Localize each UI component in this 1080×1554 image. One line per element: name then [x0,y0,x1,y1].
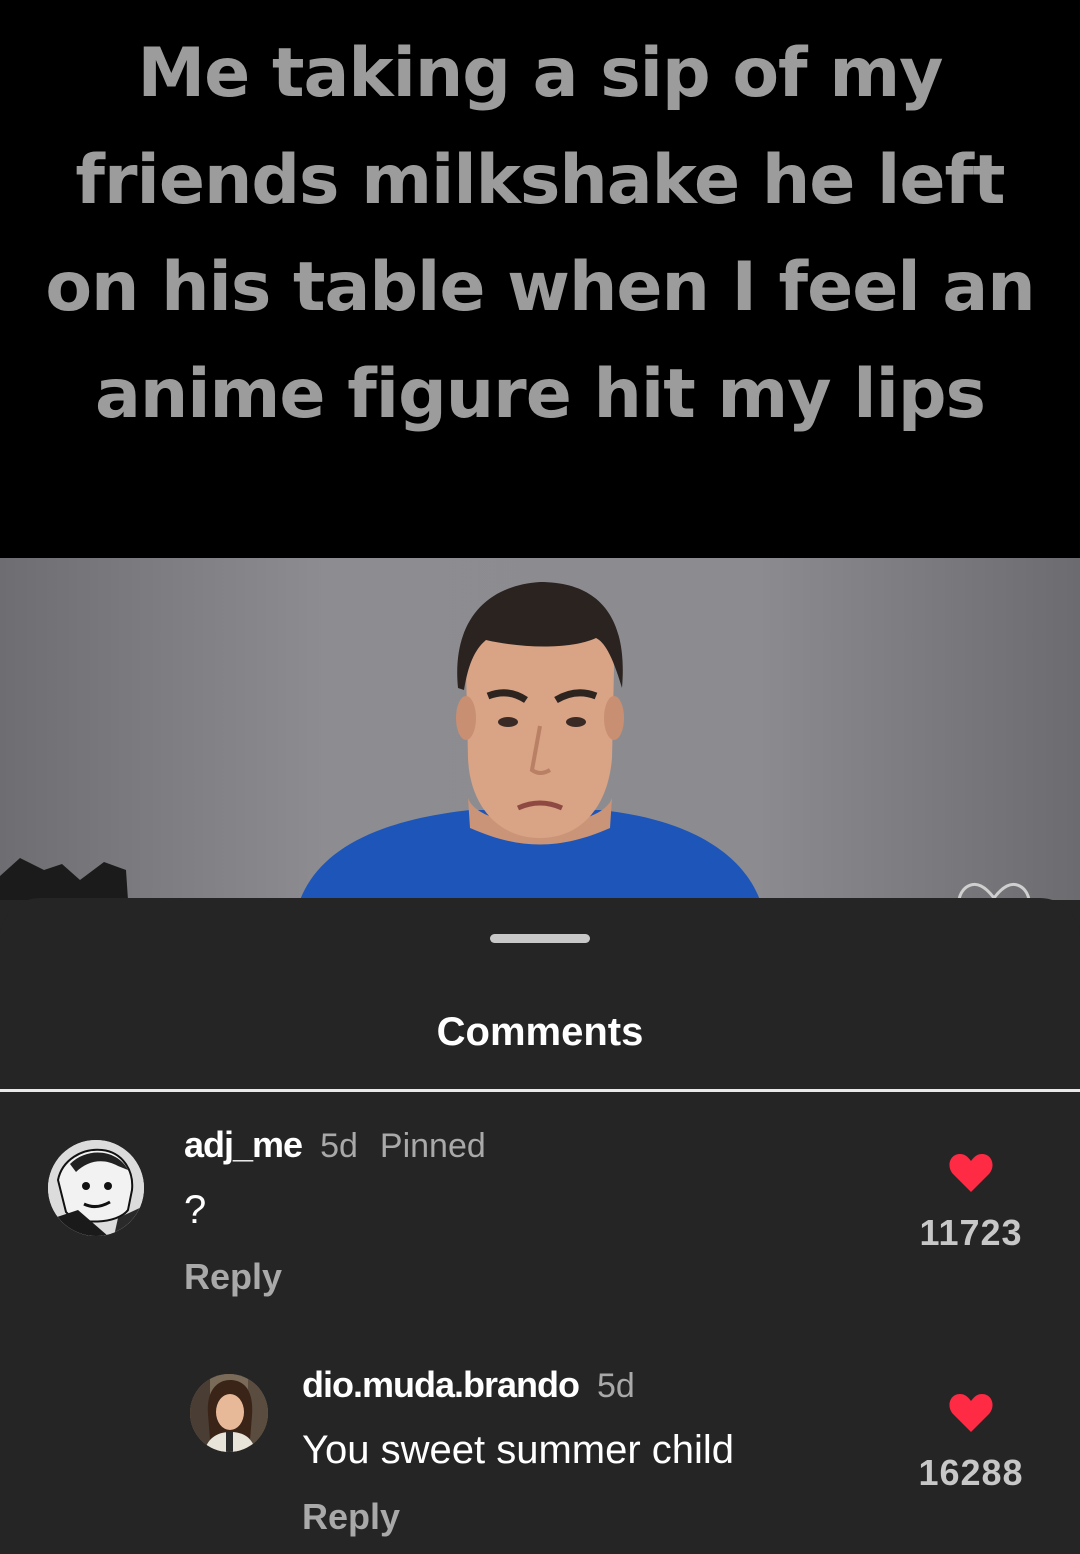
comment-time: 5d [597,1367,635,1405]
comment-meta: dio.muda.brando 5d [302,1364,635,1406]
comment-item: dio.muda.brando 5d You sweet summer child… [0,898,1080,1554]
like-button[interactable]: 16288 [916,1392,1026,1494]
video-frame [0,558,1080,900]
caption-area: Me taking a sip of my friends milkshake … [0,0,1080,558]
video-player[interactable]: Me taking a sip of my friends milkshake … [0,0,1080,900]
reply-button[interactable]: Reply [302,1496,400,1538]
video-caption: Me taking a sip of my friends milkshake … [45,34,1035,434]
like-count: 16288 [918,1452,1024,1493]
comments-sheet: Comments adj_me 5d Pinned ? Reply 11723 … [0,898,1080,1554]
video-frame-illustration [0,582,760,900]
heart-icon [949,1394,993,1432]
avatar[interactable] [190,1374,268,1452]
avatar-image [190,1374,268,1452]
comment-text: You sweet summer child [302,1428,735,1472]
comment-username[interactable]: dio.muda.brando [302,1364,580,1405]
